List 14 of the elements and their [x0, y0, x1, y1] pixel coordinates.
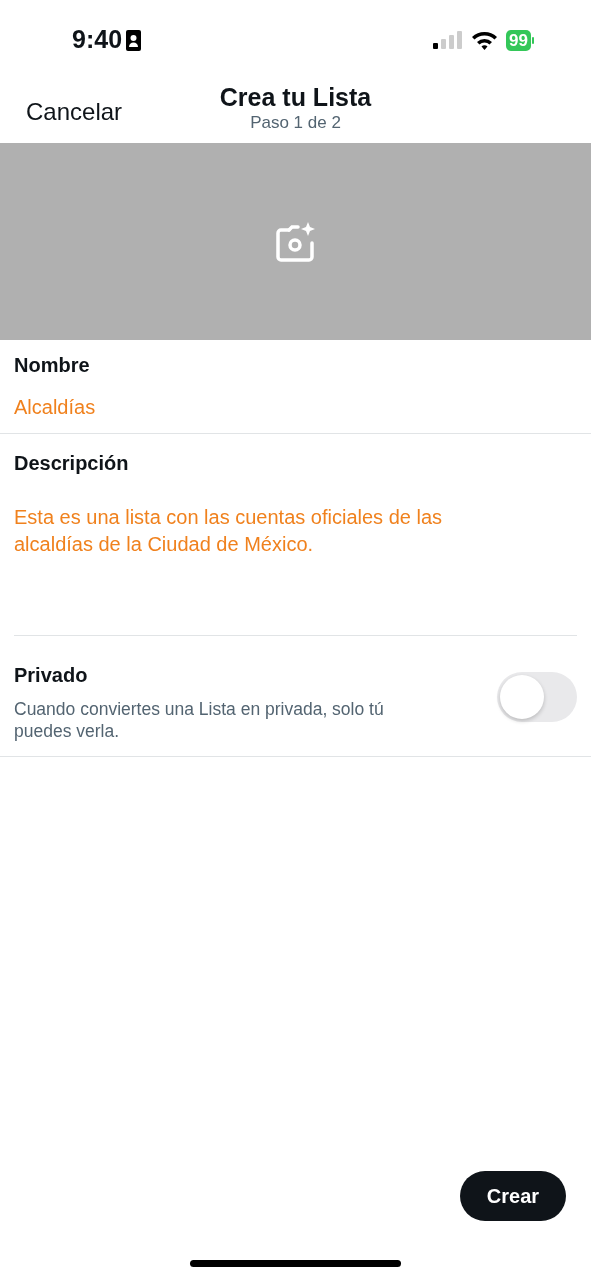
signal-icon [433, 31, 464, 49]
cancel-button[interactable]: Cancelar [26, 94, 123, 130]
private-toggle[interactable] [497, 672, 577, 722]
id-card-icon [126, 29, 142, 51]
field-label: Nombre [14, 353, 91, 378]
clock: 9:40 [72, 24, 123, 56]
wifi-icon [471, 30, 499, 50]
step-indicator: Paso 1 de 2 [250, 112, 341, 134]
create-button[interactable]: Crear [460, 1171, 566, 1221]
screen-title: Crea tu Lista [219, 82, 372, 112]
private-description: Cuando conviertes una Lista en privada, solo tú puedes verla. [14, 698, 385, 742]
field-label: Descripción [14, 451, 130, 476]
private-label: Privado [14, 663, 89, 688]
add-photo-icon[interactable] [274, 221, 317, 262]
